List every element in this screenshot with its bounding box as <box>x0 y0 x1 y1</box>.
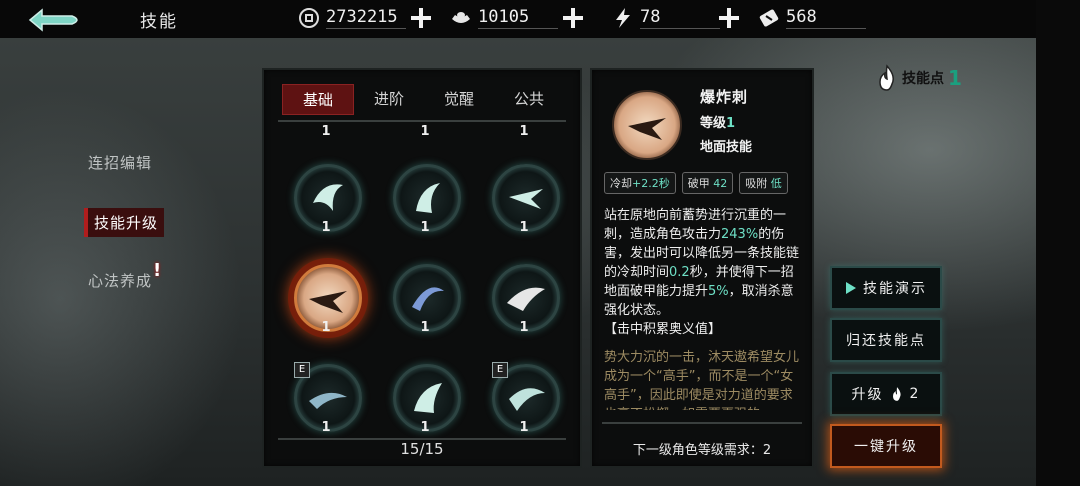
skill-level: 1 <box>420 420 430 435</box>
coins-value: 2732215 <box>326 7 406 29</box>
claw-slash-icon <box>313 184 343 211</box>
skill-level: 1 <box>420 220 430 235</box>
skill-detail-icon <box>612 90 682 160</box>
skill-name: 爆炸刺 <box>700 88 749 106</box>
whirl-strike-icon <box>412 287 444 311</box>
skill-level: 1 <box>321 220 331 235</box>
explosive-thrust-icon <box>309 291 347 313</box>
ingot-icon <box>452 12 470 23</box>
e-badge: E <box>294 362 310 378</box>
ingots-value: 10105 <box>478 7 558 29</box>
dash-strike-icon <box>507 287 545 311</box>
skill-tabs: 基础 进阶 觉醒 公共 <box>282 84 564 115</box>
skill-counter: 15/15 <box>400 440 444 458</box>
alert-icon: ! <box>153 260 162 281</box>
skill-description: 站在原地向前蓄势进行沉重的一刺，造成角色攻击力243%的伤害，发出时可以降低另一… <box>604 208 800 337</box>
add-coins-button[interactable] <box>410 7 432 29</box>
menu-skill-upgrade[interactable]: 技能升级 <box>84 208 165 237</box>
skill-grid-panel: 基础 进阶 觉醒 公共 1 1 1 1 1 1 1 1 1 E 1 1 E 1 <box>262 68 582 468</box>
ticket-icon <box>759 9 779 27</box>
add-energy-button[interactable] <box>718 7 740 29</box>
skill-lore[interactable]: 势大力沉的一击，沐天遨希望女儿成为一个“高手”，而不是一个“女高手”，因此即使是… <box>604 348 802 410</box>
skill-detail-panel: 爆炸刺 等级1 地面技能 冷却+2.2秒 破甲 42 吸附 低 站在原地向前蓄势… <box>590 68 814 468</box>
coin-icon <box>299 8 319 28</box>
upgrade-all-button[interactable]: 一键升级 <box>830 424 942 468</box>
skill-points: 技能点 1 <box>876 64 962 92</box>
tab-advanced[interactable]: 进阶 <box>354 84 424 115</box>
page-title: 技能 <box>140 12 178 32</box>
spear-thrust-icon <box>509 189 543 209</box>
top-bar: 技能 2732215 10105 78 568 <box>0 0 1080 38</box>
e-badge: E <box>492 362 508 378</box>
ingots-counter: 10105 <box>450 5 558 31</box>
menu-mind-cultivation[interactable]: 心法养成 <box>88 270 152 291</box>
tabs-divider <box>278 120 566 122</box>
upgrade-button[interactable]: 升级 2 <box>830 372 942 416</box>
skill-level: 1 <box>321 124 331 139</box>
armor-break-tag: 破甲 42 <box>681 172 734 194</box>
skill-type: 地面技能 <box>700 140 753 155</box>
adsorb-tag: 吸附 低 <box>739 172 788 194</box>
detail-divider <box>602 422 802 424</box>
explosive-thrust-icon <box>628 118 666 140</box>
energy-counter: 78 <box>612 5 720 31</box>
skill-stat-tags: 冷却+2.2秒 破甲 42 吸附 低 <box>604 172 788 194</box>
skill-level: 1 <box>321 320 331 335</box>
tab-awaken[interactable]: 觉醒 <box>424 84 494 115</box>
skill-level: 1 <box>519 320 529 335</box>
skill-level: 1 <box>420 124 430 139</box>
wind-blade-icon <box>509 388 545 411</box>
right-edge <box>1036 0 1080 486</box>
tab-common[interactable]: 公共 <box>494 84 564 115</box>
tickets-value: 568 <box>786 7 866 29</box>
flame-icon <box>879 64 894 91</box>
ground-sweep-icon <box>309 392 347 409</box>
play-icon <box>846 282 856 294</box>
skill-demo-button[interactable]: 技能演示 <box>830 266 942 310</box>
skill-level-line: 等级1 <box>700 116 736 131</box>
tab-basic[interactable]: 基础 <box>282 84 354 115</box>
tickets-counter: 568 <box>758 5 866 31</box>
skill-level: 1 <box>420 320 430 335</box>
skill-level: 1 <box>321 420 331 435</box>
skill-level-value: 1 <box>726 116 736 131</box>
skill-level: 1 <box>519 220 529 235</box>
skill-level: 1 <box>519 420 529 435</box>
leaping-warrior-icon <box>416 183 440 213</box>
energy-value: 78 <box>640 7 720 29</box>
back-arrow-icon[interactable] <box>26 6 84 34</box>
cooldown-tag: 冷却+2.2秒 <box>604 172 676 194</box>
flame-icon <box>892 387 901 401</box>
level-requirement: 下一级角色等级需求：2 <box>632 443 772 458</box>
refund-skill-points-button[interactable]: 归还技能点 <box>830 318 942 362</box>
menu-combo-edit[interactable]: 连招编辑 <box>88 152 152 173</box>
coins-counter: 2732215 <box>298 5 406 31</box>
rising-slash-icon <box>414 383 442 413</box>
lightning-icon <box>616 8 630 28</box>
skill-level: 1 <box>519 124 529 139</box>
add-ingots-button[interactable] <box>562 7 584 29</box>
